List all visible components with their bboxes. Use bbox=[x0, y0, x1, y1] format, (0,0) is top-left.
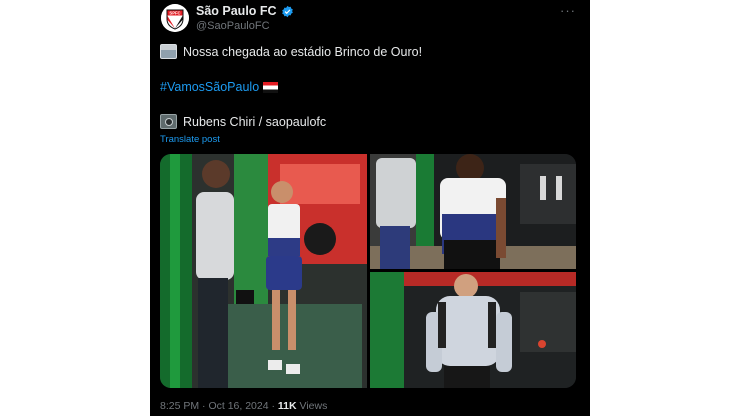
views-count[interactable]: 11K bbox=[278, 400, 297, 412]
flag-icon bbox=[263, 81, 279, 93]
separator: · bbox=[271, 400, 276, 412]
post-date[interactable]: Oct 16, 2024 bbox=[208, 400, 268, 412]
hashtag-line: #VamosSãoPaulo bbox=[160, 80, 279, 94]
camera-emoji-icon bbox=[160, 114, 177, 129]
media-grid bbox=[160, 154, 576, 388]
name-row: São Paulo FC bbox=[196, 4, 294, 18]
photo-player-hoodie[interactable] bbox=[370, 272, 576, 388]
display-name[interactable]: São Paulo FC bbox=[196, 4, 277, 18]
views-label: Views bbox=[299, 400, 328, 412]
credit-line: Rubens Chiri / saopaulofc bbox=[160, 114, 326, 129]
photo-credit: Rubens Chiri / saopaulofc bbox=[183, 114, 327, 129]
hashtag-link[interactable]: #VamosSãoPaulo bbox=[160, 80, 259, 94]
separator: · bbox=[202, 400, 206, 412]
photo-player-arriving-icon bbox=[370, 154, 576, 269]
photo-player-hoodie-icon bbox=[370, 272, 576, 388]
stadium-emoji-icon bbox=[160, 44, 177, 59]
more-options-icon[interactable]: ··· bbox=[560, 3, 576, 18]
tweet: SPFC São Paulo FC @SaoPauloFC ··· Nossa … bbox=[150, 0, 590, 416]
spfc-crest-icon: SPFC bbox=[161, 4, 189, 32]
post-time[interactable]: 8:25 PM bbox=[160, 400, 199, 412]
verified-badge-icon bbox=[281, 5, 293, 17]
photo-player-arriving[interactable] bbox=[370, 154, 576, 269]
translate-post-link[interactable]: Translate post bbox=[160, 134, 220, 145]
handle[interactable]: @SaoPauloFC bbox=[196, 20, 270, 32]
crest-text: SPFC bbox=[169, 11, 180, 16]
photo-player-walking-icon bbox=[160, 154, 367, 388]
post-text-line: Nossa chegada ao estádio Brinco de Ouro! bbox=[160, 44, 422, 59]
post-text: Nossa chegada ao estádio Brinco de Ouro! bbox=[183, 44, 423, 59]
photo-player-walking[interactable] bbox=[160, 154, 367, 388]
avatar[interactable]: SPFC bbox=[161, 4, 189, 32]
post-meta: 8:25 PM · Oct 16, 2024 · 11K Views bbox=[160, 400, 327, 412]
